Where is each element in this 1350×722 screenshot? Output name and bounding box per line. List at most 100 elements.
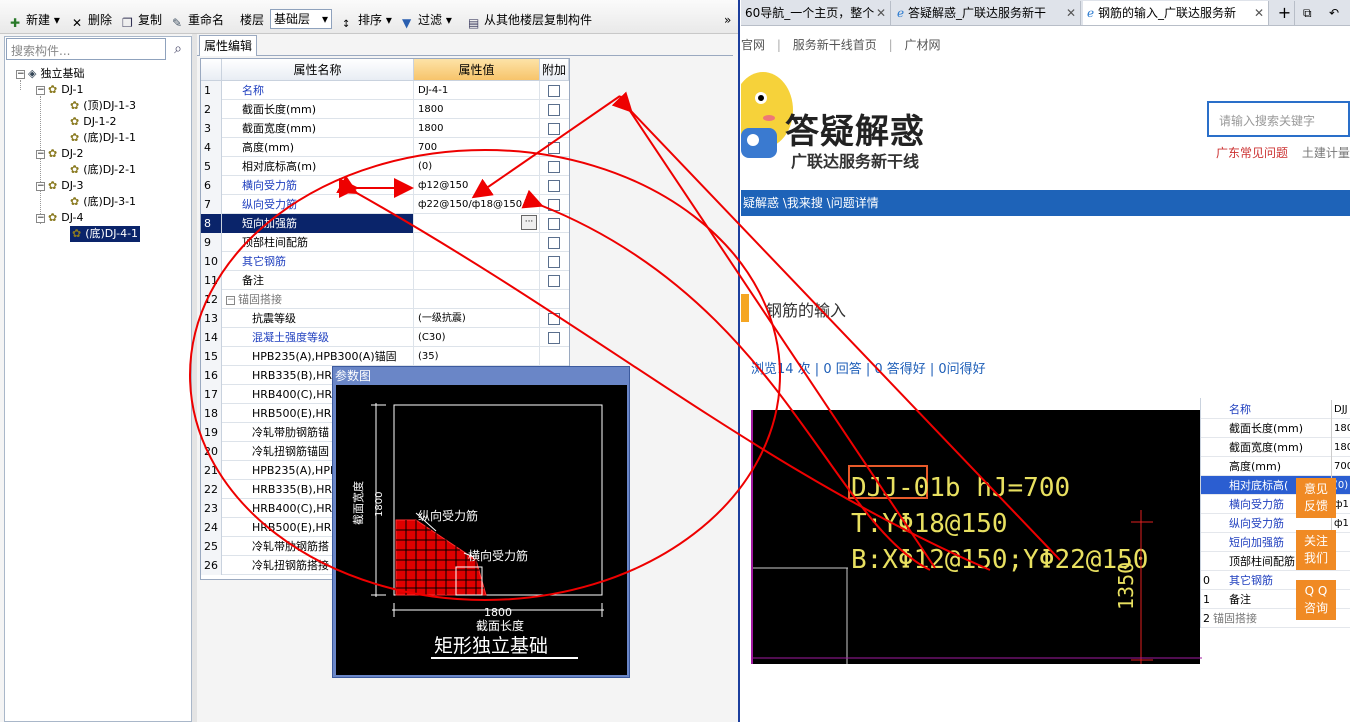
property-value[interactable]: ф12@150 <box>414 176 540 195</box>
property-value[interactable] <box>414 233 540 252</box>
window-icon[interactable]: ⧉ <box>1299 1 1323 25</box>
tree-node[interactable]: − ✿ DJ-2 <box>36 146 84 162</box>
nav-link-materials[interactable]: 广材网 <box>904 38 940 52</box>
splitter[interactable] <box>192 34 197 722</box>
undo-icon[interactable]: ↶ <box>1325 1 1349 25</box>
nav-link-official[interactable]: 官网 <box>741 38 765 52</box>
filter-button[interactable]: ▼ 过滤 ▾ <box>402 11 452 30</box>
follow-button[interactable]: 关注 我们 <box>1296 530 1336 570</box>
extra-checkbox[interactable] <box>548 161 560 173</box>
close-icon[interactable]: ✕ <box>1066 1 1076 25</box>
site-search-input[interactable]: 请输入搜索关键字 <box>1207 101 1350 137</box>
tree-node[interactable]: ✿ (底)DJ-1-1 <box>70 130 136 146</box>
property-value[interactable] <box>414 252 540 271</box>
property-row[interactable]: 11 备注 <box>201 271 569 290</box>
collapse-icon[interactable]: − <box>16 70 25 79</box>
property-row[interactable]: 15 HPB235(A),HPB300(A)锚固 (35) <box>201 347 569 366</box>
tree-node[interactable]: − ✿ DJ-3 <box>36 178 84 194</box>
collapse-icon[interactable]: − <box>36 150 45 159</box>
extra-checkbox[interactable] <box>548 332 560 344</box>
more-button[interactable]: » <box>724 11 731 29</box>
floor-select[interactable]: 基础层 ▾ <box>270 9 332 29</box>
feedback-button[interactable]: 意见 反馈 <box>1296 478 1336 518</box>
tree-node[interactable]: − ✿ DJ-1 <box>36 82 84 98</box>
new-button[interactable]: ✚ 新建 ▾ <box>10 11 60 30</box>
search-icon[interactable]: ⌕ <box>168 38 188 60</box>
length-label: 截面长度 <box>476 618 524 633</box>
property-row[interactable]: 13 抗震等级 (一级抗震) <box>201 309 569 328</box>
property-value[interactable]: (0) <box>414 157 540 176</box>
nav-link-home[interactable]: 服务新干线首页 <box>793 38 877 52</box>
component-icon: ✿ <box>48 211 58 224</box>
property-row[interactable]: 2 截面长度(mm) 1800 <box>201 100 569 119</box>
close-icon[interactable]: ✕ <box>1254 1 1264 25</box>
property-row[interactable]: 3 截面宽度(mm) 1800 <box>201 119 569 138</box>
extra-checkbox[interactable] <box>548 123 560 135</box>
qq-consult-button[interactable]: Q Q 咨询 <box>1296 580 1336 620</box>
extra-checkbox[interactable] <box>548 85 560 97</box>
property-value[interactable]: (一级抗震) <box>414 309 540 328</box>
browser-tab-1[interactable]: 60导航_一个主页，整个 ✕ <box>741 1 891 25</box>
property-row[interactable]: 9 顶部柱间配筋 <box>201 233 569 252</box>
property-row[interactable]: 4 高度(mm) 700 <box>201 138 569 157</box>
collapse-icon[interactable]: − <box>36 214 45 223</box>
extra-checkbox[interactable] <box>548 275 560 287</box>
property-row[interactable]: 1 名称 DJ-4-1 <box>201 81 569 100</box>
header-value: 属性值 <box>414 59 540 81</box>
tree-node[interactable]: ✿ (底)DJ-3-1 <box>70 194 136 210</box>
ellipsis-button[interactable]: ··· <box>521 215 537 230</box>
property-row[interactable]: 6 横向受力筋 ф12@150 <box>201 176 569 195</box>
extra-checkbox[interactable] <box>548 313 560 325</box>
tree-node[interactable]: ✿ (底)DJ-2-1 <box>70 162 136 178</box>
property-name: − 锚固搭接 <box>222 290 414 309</box>
logo-title: 答疑解惑 <box>785 112 925 152</box>
close-icon[interactable]: ✕ <box>876 1 886 25</box>
tree-node[interactable]: ✿ (底)DJ-4-1 <box>70 226 141 242</box>
extra-checkbox[interactable] <box>548 180 560 192</box>
collapse-icon[interactable]: − <box>36 86 45 95</box>
sort-button[interactable]: ↕ 排序 ▾ <box>342 11 392 30</box>
browser-tab-2[interactable]: ℯ 答疑解惑_广联达服务新干 ✕ <box>893 1 1081 25</box>
new-tab-icon[interactable]: + <box>1271 1 1295 25</box>
property-value[interactable]: 1800 <box>414 100 540 119</box>
property-value[interactable] <box>414 271 540 290</box>
rename-button[interactable]: ✎ 重命名 <box>172 11 224 30</box>
extra-checkbox[interactable] <box>548 199 560 211</box>
browser-tab-3[interactable]: ℯ 钢筋的输入_广联达服务新 ✕ <box>1083 1 1269 25</box>
delete-button[interactable]: ✕ 删除 <box>72 11 112 30</box>
copy-from-floor-button[interactable]: ▤ 从其他楼层复制构件 <box>468 11 592 30</box>
tree-node[interactable]: − ✿ DJ-4 <box>36 210 84 226</box>
property-row[interactable]: 14 混凝土强度等级 (C30) <box>201 328 569 347</box>
property-row[interactable]: 8 短向加强筋 ··· <box>201 214 569 233</box>
search-input[interactable]: 搜索构件... <box>6 38 166 60</box>
property-value[interactable] <box>414 290 540 309</box>
property-value[interactable]: (35) <box>414 347 540 366</box>
property-row[interactable]: 12− 锚固搭接 <box>201 290 569 309</box>
property-value[interactable]: (C30) <box>414 328 540 347</box>
embedded-row-number: 1 <box>1203 593 1210 606</box>
property-row[interactable]: 7 纵向受力筋 ф22@150/ф18@150 <box>201 195 569 214</box>
extra-checkbox[interactable] <box>548 142 560 154</box>
row-number: 15 <box>201 347 222 366</box>
collapse-icon[interactable]: − <box>36 182 45 191</box>
collapse-icon[interactable]: − <box>226 296 235 305</box>
extra-checkbox[interactable] <box>548 237 560 249</box>
property-value[interactable]: ф22@150/ф18@150 <box>414 195 540 214</box>
tree-node[interactable]: ✿ (顶)DJ-1-3 <box>70 98 136 114</box>
new-icon: ✚ <box>10 16 21 30</box>
hot-link-civil[interactable]: 土建计量 <box>1302 146 1350 160</box>
tab-property-edit[interactable]: 属性编辑 <box>199 35 257 56</box>
extra-checkbox[interactable] <box>548 104 560 116</box>
extra-checkbox[interactable] <box>548 256 560 268</box>
property-row[interactable]: 5 相对底标高(m) (0) <box>201 157 569 176</box>
tree-node[interactable]: ✿ DJ-1-2 <box>70 114 116 130</box>
property-row[interactable]: 10 其它钢筋 <box>201 252 569 271</box>
property-value[interactable]: 700 <box>414 138 540 157</box>
hot-link-guangdong[interactable]: 广东常见问题 <box>1216 146 1288 160</box>
copy-button[interactable]: ❐ 复制 <box>122 11 162 30</box>
extra-checkbox[interactable] <box>548 218 560 230</box>
tree-root[interactable]: − ◈ 独立基础 <box>16 66 84 82</box>
property-value[interactable]: 1800 <box>414 119 540 138</box>
diagram-title: 参数图 <box>335 369 372 383</box>
property-value[interactable]: DJ-4-1 <box>414 81 540 100</box>
